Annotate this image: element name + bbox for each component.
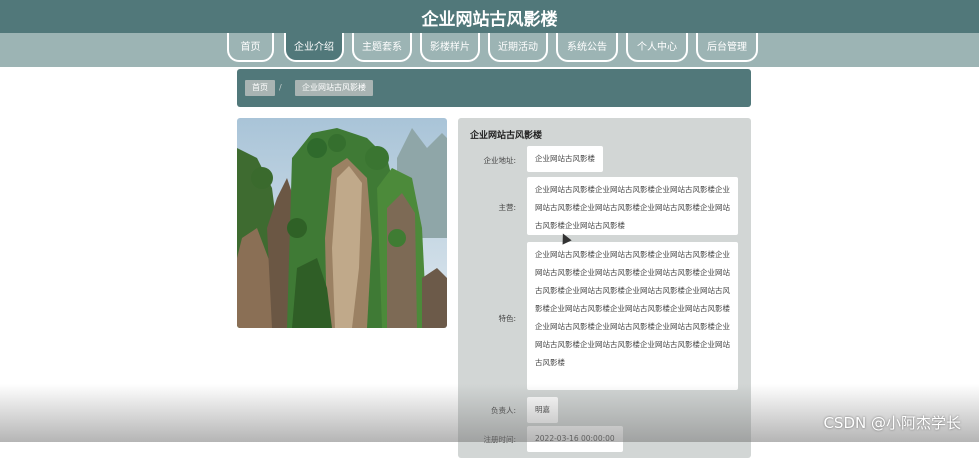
main-nav: 首页 企业介绍 主题套系 影楼样片 近期活动 系统公告 个人中心 后台管理 [0,33,979,67]
address-value: 企业网站古风影楼 [527,146,603,172]
nav-item-studio-samples[interactable]: 影楼样片 [420,33,480,62]
manager-value: 明嘉 [527,397,558,423]
nav-item-personal-center[interactable]: 个人中心 [626,33,688,62]
site-header: 企业网站古风影楼 [0,0,979,33]
manager-label: 负责人: [490,406,516,415]
nav-item-admin[interactable]: 后台管理 [696,33,758,62]
nav-item-announcements[interactable]: 系统公告 [556,33,618,62]
feature-label: 特色: [498,314,516,323]
watermark: CSDN @小阿杰学长 [823,414,961,432]
nav-item-theme-packages[interactable]: 主题套系 [352,33,412,62]
mountain-landscape-image [237,118,447,328]
company-photo [237,118,447,328]
nav-item-company-intro[interactable]: 企业介绍 [284,33,344,62]
breadcrumb: 首页 / 企业网站古风影楼 [237,69,751,107]
address-label: 企业地址: [483,156,516,165]
site-title: 企业网站古风影楼 [421,10,558,30]
nav-item-recent-events[interactable]: 近期活动 [488,33,548,62]
breadcrumb-home[interactable]: 首页 [245,80,275,96]
detail-title: 企业网站古风影楼 [470,131,543,141]
feature-value: 企业网站古风影楼企业网站古风影楼企业网站古风影楼企业网站古风影楼企业网站古风影楼… [527,242,738,390]
breadcrumb-separator: / [279,83,282,92]
business-value: 企业网站古风影楼企业网站古风影楼企业网站古风影楼企业网站古风影楼企业网站古风影楼… [527,177,738,235]
breadcrumb-current: 企业网站古风影楼 [295,80,373,96]
company-detail-panel: 企业网站古风影楼 企业地址: 企业网站古风影楼 主营: 企业网站古风影楼企业网站… [458,118,751,458]
business-label: 主营: [498,203,516,212]
registered-value: 2022-03-16 00:00:00 [527,426,623,452]
nav-item-home[interactable]: 首页 [227,33,274,62]
registered-label: 注册时间: [483,435,516,444]
